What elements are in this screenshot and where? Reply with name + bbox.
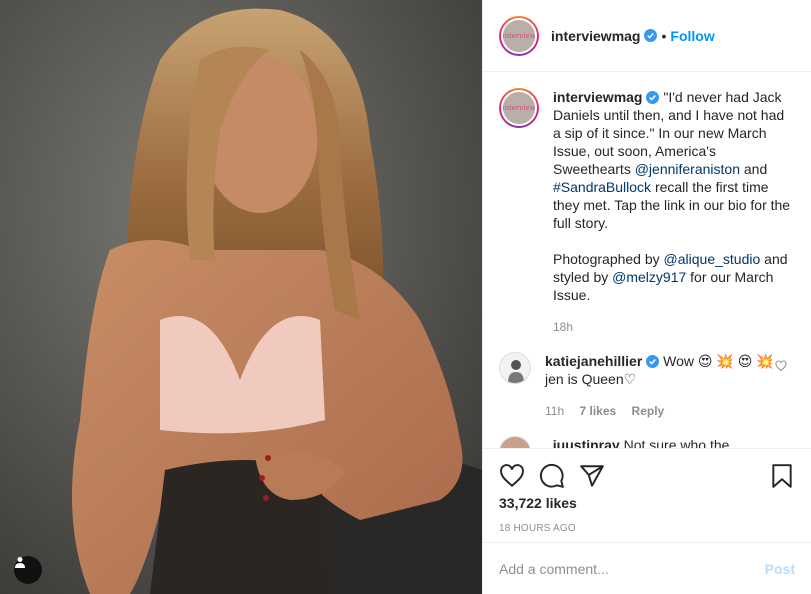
add-comment-row: Post (483, 542, 811, 594)
caption-avatar[interactable]: interview (499, 88, 539, 128)
likes-count[interactable]: 33,722 likes (483, 495, 811, 511)
comment-age[interactable]: 11h (545, 404, 564, 418)
add-comment-input[interactable] (499, 560, 765, 577)
user-icon (15, 557, 25, 568)
commenter-avatar[interactable] (499, 352, 531, 384)
post-timestamp[interactable]: 18 HOURS AGO (483, 523, 811, 534)
post-side-panel: interview interviewmag • Follow intervie… (482, 0, 811, 594)
comment-item: _juustinray Not sure who the (499, 436, 795, 448)
mention-alique-studio[interactable]: @alique_studio (664, 251, 761, 267)
avatar[interactable]: interview (499, 15, 539, 56)
comment-bubble-icon[interactable] (539, 463, 565, 489)
comment-username[interactable]: katiejanehillier (545, 353, 642, 369)
avatar-logo: interview (502, 31, 536, 40)
verified-badge-icon (644, 29, 658, 42)
verified-badge-icon (646, 355, 660, 368)
post-comment-button[interactable]: Post (765, 561, 795, 577)
avatar-logo: interview (502, 104, 536, 112)
caption-age[interactable]: 18h (553, 320, 573, 334)
comment-body: katiejanehillier Wow 😍 💥 😍 💥 jen is Quee… (545, 352, 785, 420)
caption-text: Photographed by (553, 251, 664, 267)
comments-list[interactable]: interview interviewmag "I'd never had Ja… (483, 72, 811, 448)
photo-illustration (0, 0, 482, 594)
comment-text: Not sure who the (623, 437, 730, 448)
caption-body: interviewmag "I'd never had Jack Daniels… (553, 88, 795, 336)
header-username[interactable]: interviewmag (551, 28, 640, 44)
action-bar: 33,722 likes 18 HOURS AGO Post (483, 448, 811, 594)
post-photo[interactable] (0, 0, 482, 594)
caption-username[interactable]: interviewmag (553, 89, 642, 105)
avatar-image (500, 353, 530, 383)
comment-body: _juustinray Not sure who the (545, 436, 785, 448)
verified-badge-icon (646, 91, 660, 104)
comment-likes[interactable]: 7 likes (579, 404, 616, 418)
save-bookmark-icon[interactable] (769, 463, 795, 489)
separator-dot: • (661, 27, 667, 44)
follow-button[interactable]: Follow (670, 28, 714, 44)
like-comment-heart-icon[interactable] (775, 360, 787, 372)
hashtag-sandrabullock[interactable]: #SandraBullock (553, 179, 651, 195)
comment-username[interactable]: _juustinray (545, 437, 620, 448)
caption-text: and (740, 161, 768, 177)
comment-item: katiejanehillier Wow 😍 💥 😍 💥 jen is Quee… (499, 352, 795, 420)
share-send-icon[interactable] (579, 463, 605, 489)
mention-melzy917[interactable]: @melzy917 (612, 269, 686, 285)
mention-jenniferaniston[interactable]: @jenniferaniston (635, 161, 740, 177)
commenter-avatar[interactable] (499, 436, 531, 448)
caption: interview interviewmag "I'd never had Ja… (499, 88, 795, 336)
tag-people-button[interactable] (14, 556, 42, 584)
post-header: interview interviewmag • Follow (483, 0, 811, 72)
reply-button[interactable]: Reply (632, 404, 665, 418)
like-heart-icon[interactable] (499, 463, 525, 489)
